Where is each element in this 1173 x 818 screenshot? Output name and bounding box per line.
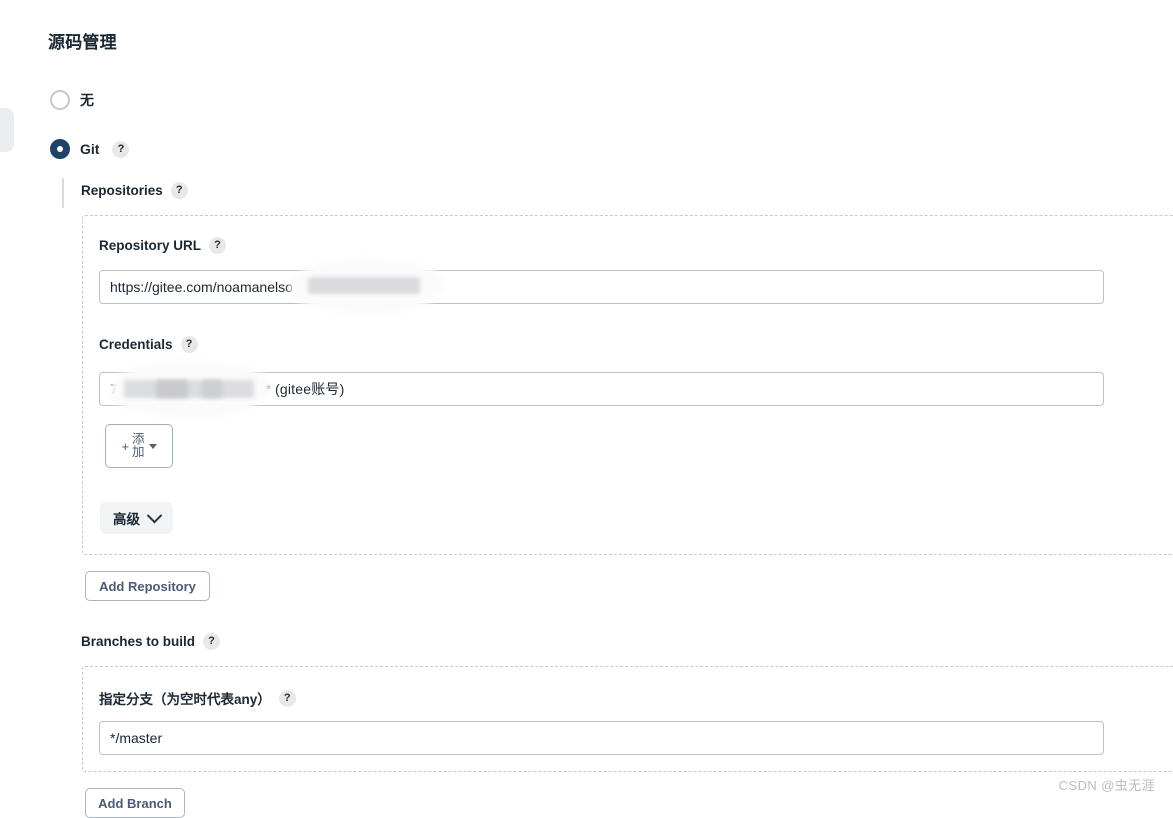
field-label-repository-url-text: Repository URL	[99, 238, 202, 253]
chevron-down-icon	[146, 507, 163, 523]
page-title: 源码管理	[48, 33, 117, 52]
caret-down-icon[interactable]	[148, 443, 157, 449]
radio-none[interactable]	[50, 90, 70, 110]
field-label-credentials-text: Credentials	[99, 337, 173, 352]
radio-git-label: Git	[80, 141, 100, 157]
add-branch-button[interactable]: Add Branch	[85, 788, 185, 818]
add-credentials-button-label: 添 加	[132, 431, 145, 459]
branches-panel	[82, 666, 1173, 772]
add-credentials-button[interactable]: + 添 加	[105, 424, 173, 468]
field-label-credentials: Credentials ?	[99, 336, 198, 353]
add-label-line-1: 添	[132, 431, 145, 446]
field-label-branch-specifier: 指定分支（为空时代表any） ?	[99, 688, 296, 708]
help-icon-credentials[interactable]: ?	[180, 336, 198, 353]
section-label-repositories: Repositories ?	[81, 182, 188, 199]
help-icon-branches[interactable]: ?	[203, 633, 221, 650]
radio-row-git[interactable]: Git ?	[50, 139, 130, 159]
help-icon-git[interactable]: ?	[112, 140, 130, 158]
branch-specifier-input[interactable]	[99, 721, 1104, 755]
section-label-branches: Branches to build ?	[81, 633, 221, 650]
credentials-select[interactable]: 768 *** (gitee账号)	[99, 372, 1104, 406]
advanced-button-label: 高级	[113, 512, 140, 527]
repository-url-input[interactable]	[99, 270, 1104, 304]
help-icon-repository-url[interactable]: ?	[209, 237, 227, 254]
help-icon-branch-specifier[interactable]: ?	[278, 689, 296, 707]
section-label-repositories-text: Repositories	[81, 183, 163, 198]
radio-none-label: 无	[80, 92, 94, 108]
section-label-branches-text: Branches to build	[81, 634, 196, 649]
radio-row-none[interactable]: 无	[50, 90, 94, 110]
left-edge-chip	[0, 108, 14, 152]
help-icon-repositories[interactable]: ?	[170, 182, 188, 199]
watermark: CSDN @虫无涯	[1058, 778, 1155, 793]
add-repository-button[interactable]: Add Repository	[85, 571, 210, 601]
indent-guide-line	[62, 178, 64, 208]
credentials-value-suffix: *** (gitee账号)	[253, 381, 345, 397]
field-label-branch-specifier-text: 指定分支（为空时代表any）	[99, 692, 271, 707]
plus-icon: +	[121, 438, 130, 454]
advanced-button[interactable]: 高级	[100, 502, 173, 534]
field-label-repository-url: Repository URL ?	[99, 237, 227, 254]
radio-git[interactable]	[50, 139, 70, 159]
add-label-line-2: 加	[132, 445, 145, 459]
credentials-value-prefix: 768	[110, 381, 134, 397]
